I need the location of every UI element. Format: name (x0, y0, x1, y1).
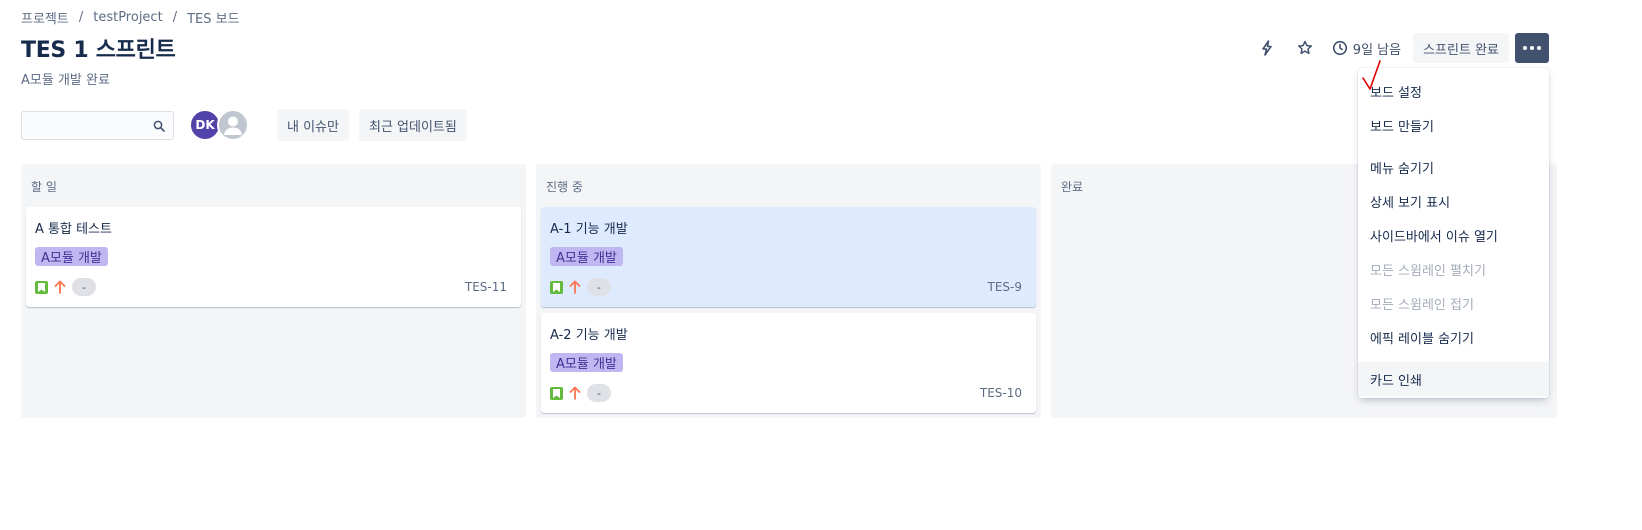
priority-high-icon (569, 280, 581, 294)
search-box (21, 110, 174, 140)
board-column-in-progress: 진행 중 A-1 기능 개발 A모듈 개발 - TES-9 A-2 기능 개발 … (536, 164, 1041, 418)
menu-divider (1358, 354, 1549, 362)
issue-card[interactable]: A-2 기능 개발 A모듈 개발 - TES-10 (541, 313, 1036, 413)
priority-high-icon (54, 280, 66, 294)
star-button[interactable] (1290, 33, 1320, 63)
menu-item-print-cards[interactable]: 카드 인쇄 (1358, 362, 1549, 396)
issue-key[interactable]: TES-9 (988, 280, 1023, 294)
card-footer: - TES-11 (35, 277, 507, 297)
days-left-text: 9일 남음 (1352, 42, 1402, 58)
board-column-todo: 할 일 A 통합 테스트 A모듈 개발 - TES-11 (21, 164, 526, 418)
priority-high-icon (569, 386, 581, 400)
menu-item-hide-menu[interactable]: 메뉴 숨기기 (1358, 150, 1549, 184)
epic-label: A모듈 개발 (550, 247, 623, 266)
menu-item-expand-swimlanes: 모든 스윔레인 펼치기 (1370, 263, 1486, 279)
issue-card[interactable]: A-1 기능 개발 A모듈 개발 - TES-9 (541, 207, 1036, 307)
card-title: A-2 기능 개발 (550, 328, 628, 343)
person-icon (224, 116, 242, 135)
breadcrumb: 프로젝트 / testProject / TES 보드 (21, 8, 240, 27)
story-points-badge: - (72, 278, 96, 296)
more-actions-button[interactable] (1515, 33, 1549, 63)
menu-item-hide-epic-labels[interactable]: 에픽 레이블 숨기기 (1358, 320, 1549, 354)
checkmark-annotation-icon (1362, 60, 1381, 90)
story-points-badge: - (587, 278, 611, 296)
more-icon (1523, 46, 1527, 50)
menu-item-show-detail-view[interactable]: 상세 보기 표시 (1358, 184, 1549, 218)
menu-divider (1358, 142, 1549, 150)
story-icon (550, 280, 563, 294)
sprint-goal: A모듈 개발 완료 (21, 73, 110, 88)
filter-bar: DK 내 이슈만 최근 업데이트됨 (21, 109, 467, 141)
card-footer: - TES-9 (550, 277, 1022, 297)
column-header: 진행 중 (546, 180, 583, 194)
menu-item-create-board[interactable]: 보드 만들기 (1358, 108, 1549, 142)
complete-sprint-button[interactable]: 스프린트 완료 (1413, 33, 1509, 63)
epic-label: A모듈 개발 (550, 353, 623, 372)
header-actions: 9일 남음 스프린트 완료 (1252, 33, 1549, 63)
menu-item-collapse-swimlanes: 모든 스윔레인 접기 (1370, 297, 1474, 313)
breadcrumb-project[interactable]: testProject (93, 10, 162, 25)
automation-icon (1261, 40, 1272, 56)
card-title: A-1 기능 개발 (550, 222, 628, 237)
quick-filter-recently-updated[interactable]: 최근 업데이트됨 (358, 109, 467, 141)
search-icon (153, 120, 165, 132)
card-footer: - TES-10 (550, 383, 1022, 403)
story-icon (550, 386, 563, 400)
search-input[interactable] (22, 111, 173, 139)
page-title: TES 1 스프린트 (21, 38, 176, 63)
quick-filter-my-issues[interactable]: 내 이슈만 (277, 109, 349, 141)
issue-key[interactable]: TES-11 (465, 280, 507, 294)
clock-icon (1332, 40, 1347, 56)
column-header: 완료 (1061, 180, 1084, 194)
more-actions-menu: 보드 설정 보드 만들기 메뉴 숨기기 상세 보기 표시 사이드바에서 이슈 열… (1358, 68, 1549, 398)
epic-label: A모듈 개발 (35, 247, 108, 266)
breadcrumb-board[interactable]: TES 보드 (187, 8, 239, 27)
breadcrumb-separator: / (78, 10, 84, 25)
column-header: 할 일 (31, 180, 57, 194)
automation-button[interactable] (1252, 33, 1282, 63)
story-points-badge: - (587, 384, 611, 402)
assignee-filter: DK (189, 109, 249, 141)
star-icon (1297, 40, 1312, 55)
story-icon (35, 280, 48, 294)
issue-key[interactable]: TES-10 (980, 386, 1022, 400)
avatar-unassigned[interactable] (217, 109, 249, 141)
breadcrumb-separator: / (172, 10, 178, 25)
issue-card[interactable]: A 통합 테스트 A모듈 개발 - TES-11 (26, 207, 521, 307)
sprint-days-remaining: 9일 남음 (1328, 39, 1405, 58)
breadcrumb-projects[interactable]: 프로젝트 (21, 8, 69, 27)
menu-item-open-issue-sidebar[interactable]: 사이드바에서 이슈 열기 (1358, 218, 1549, 252)
card-title: A 통합 테스트 (35, 222, 112, 237)
